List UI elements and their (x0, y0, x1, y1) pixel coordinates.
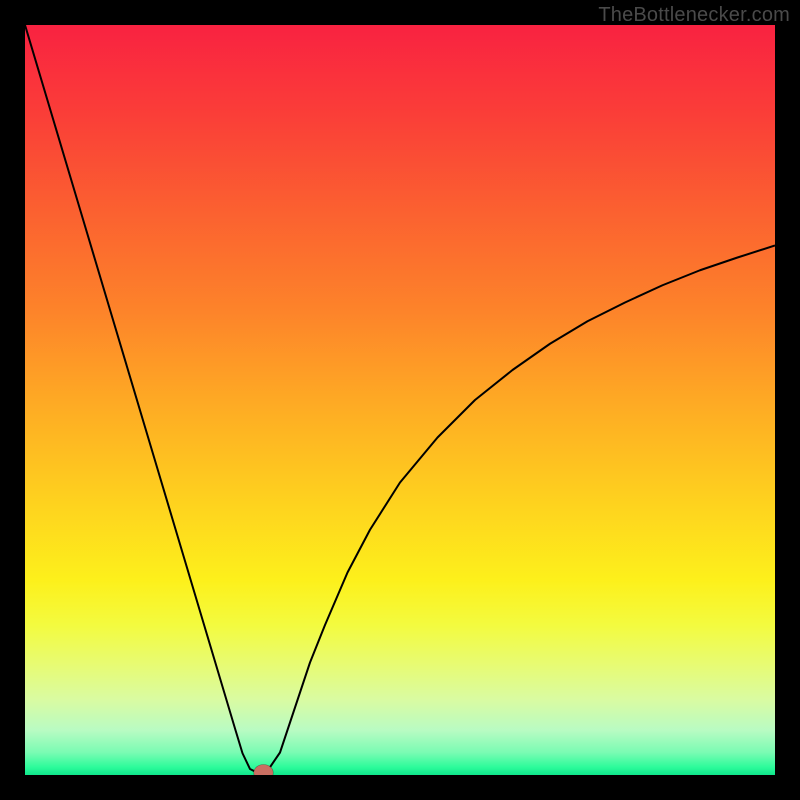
chart-frame: TheBottlenecker.com (0, 0, 800, 800)
bottleneck-chart (25, 25, 775, 775)
watermark-label: TheBottlenecker.com (598, 4, 790, 27)
plot-area (25, 25, 775, 775)
